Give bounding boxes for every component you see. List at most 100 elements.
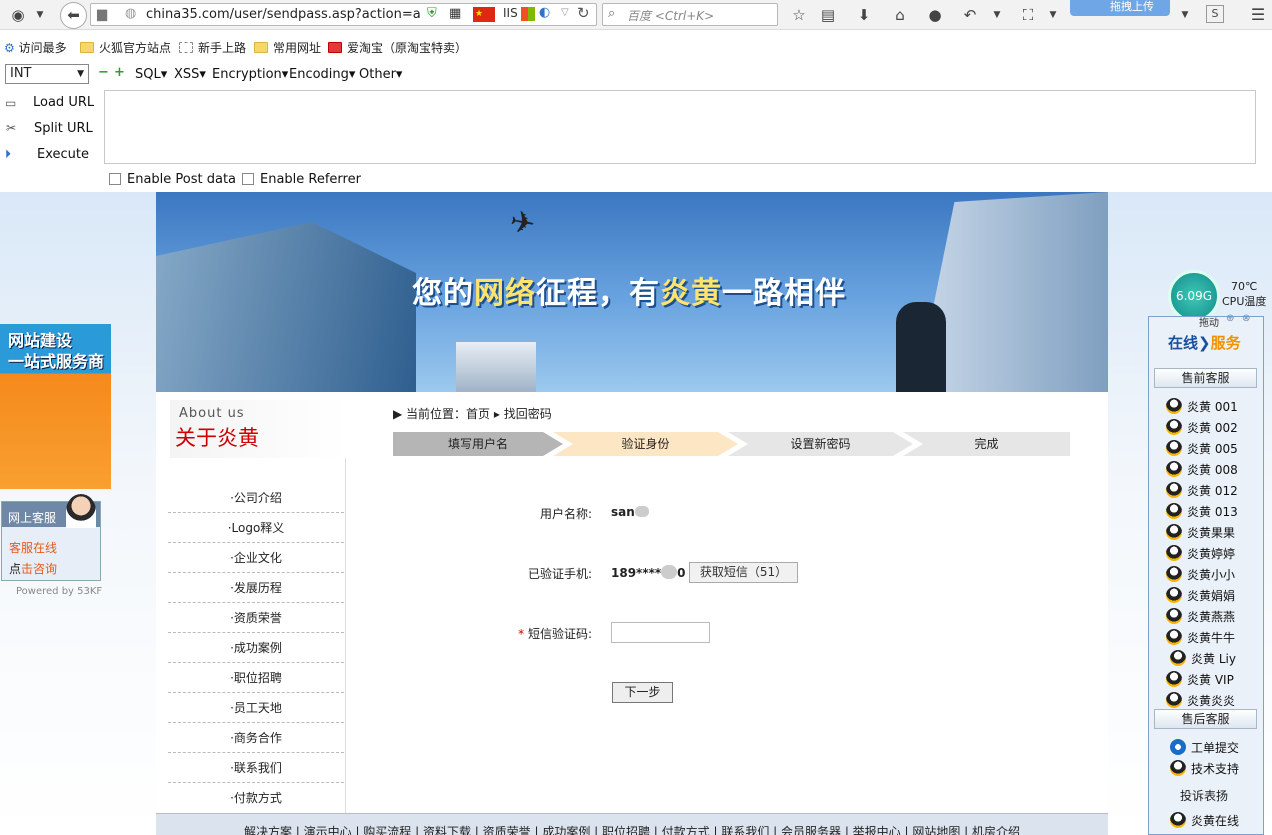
undo-icon[interactable]: ↶	[960, 4, 980, 26]
gauge-value: 6.09G	[1175, 289, 1213, 303]
search-bar[interactable]: ⌕ 百度 <Ctrl+K>	[602, 3, 778, 26]
menu-item[interactable]: ·付款方式	[168, 783, 344, 813]
presale-header: 售前客服	[1154, 368, 1257, 388]
chevron-down-icon[interactable]: ▼	[1178, 4, 1192, 26]
phone-tail: 0	[677, 566, 686, 580]
firefox-menu-icon[interactable]: ◉	[8, 4, 28, 26]
bookmark-label: 爱淘宝（原淘宝特卖）	[347, 41, 468, 55]
menu-item[interactable]: ·公司介绍	[168, 483, 344, 513]
qq-item[interactable]: 炎黄 005	[1166, 440, 1238, 457]
menu-item[interactable]: ·成功案例	[168, 633, 344, 663]
minimize-icon[interactable]: ⊕	[1226, 313, 1234, 324]
qq-item[interactable]: 炎黄 VIP	[1166, 671, 1234, 688]
step-label: 设置新密码	[790, 437, 851, 451]
qq-item[interactable]: 炎黄婷婷	[1166, 545, 1235, 562]
load-url-button[interactable]: Load URL	[33, 95, 94, 110]
qq-item[interactable]: 炎黄燕燕	[1166, 608, 1235, 625]
sms-code-input[interactable]	[611, 622, 710, 643]
menu-item[interactable]: ·Logo释义	[168, 513, 344, 543]
qq-penguin-icon	[1166, 524, 1182, 540]
sync-icon[interactable]: S	[1206, 5, 1224, 23]
split-url-button[interactable]: Split URL	[34, 121, 93, 136]
enable-referrer-checkbox[interactable]: Enable Referrer	[242, 172, 361, 187]
bookmark-firefox-site[interactable]: 火狐官方站点	[80, 39, 171, 56]
menu-sql[interactable]: SQL▾	[135, 67, 167, 82]
qq-item[interactable]: 炎黄 012	[1166, 482, 1238, 499]
qq-item-online[interactable]: 炎黄在线	[1170, 812, 1239, 829]
hamburger-menu-icon[interactable]: ☰	[1248, 4, 1268, 26]
dropdown-arrow-icon[interactable]: ▽	[561, 7, 569, 18]
kf-click[interactable]: 点击咨询	[9, 560, 57, 577]
menu-encoding[interactable]: Encoding▾	[289, 67, 355, 82]
bookmark-most-visited[interactable]: ⚙ 访问最多	[4, 39, 67, 56]
back-button[interactable]: ⬅	[60, 2, 87, 29]
qq-item[interactable]: 炎黄娟娟	[1166, 587, 1235, 604]
menu-xss[interactable]: XSS▾	[174, 67, 206, 82]
plus-icon[interactable]: +	[114, 65, 125, 80]
reload-icon[interactable]: ↻	[577, 4, 590, 22]
url-bar[interactable]: ▆ ◍ china35.com/user/sendpass.asp?action…	[90, 3, 597, 26]
qq-item[interactable]: 炎黄小小	[1166, 566, 1235, 583]
qr-icon[interactable]: ▦	[449, 6, 461, 21]
footer-links[interactable]: 解决方案 | 演示中心 | 购买流程 | 资料下载 | 资质荣誉 | 成功案例 …	[156, 813, 1108, 835]
qq-item[interactable]: 炎黄 013	[1166, 503, 1238, 520]
chevron-down-icon[interactable]: ▼	[34, 4, 46, 26]
execute-button[interactable]: Execute	[37, 147, 89, 162]
qq-penguin-icon	[1166, 608, 1182, 624]
bookmark-common-urls[interactable]: 常用网址	[254, 39, 321, 56]
drag-label[interactable]: 拖动	[1199, 314, 1219, 329]
crop-icon[interactable]: ⛶	[1018, 4, 1038, 26]
qq-item[interactable]: 炎黄牛牛	[1166, 629, 1235, 646]
download-icon[interactable]: ⬇	[854, 4, 874, 26]
qq-item[interactable]: 炎黄炎炎	[1166, 692, 1235, 709]
step-1: 填写用户名	[393, 432, 563, 456]
online-service-box[interactable]: 网上客服 客服在线 点击咨询	[1, 494, 101, 581]
menu-item[interactable]: ·员工天地	[168, 693, 344, 723]
menu-item[interactable]: ·资质荣誉	[168, 603, 344, 633]
reading-list-icon[interactable]: ▤	[818, 4, 838, 26]
menu-item[interactable]: ·发展历程	[168, 573, 344, 603]
phone-label: 已验证手机:	[527, 567, 592, 581]
footer-text[interactable]: 解决方案 | 演示中心 | 购买流程 | 资料下载 | 资质荣誉 | 成功案例 …	[244, 825, 1020, 835]
menu-item[interactable]: ·联系我们	[168, 753, 344, 783]
qq-item[interactable]: 炎黄果果	[1166, 524, 1235, 541]
qq-label: 炎黄 002	[1187, 421, 1238, 435]
redaction-blur	[634, 506, 649, 517]
menu-item[interactable]: ·企业文化	[168, 543, 344, 573]
sms-code-label: * 短信验证码:	[482, 625, 592, 642]
qq-item[interactable]: 炎黄 001	[1166, 398, 1238, 415]
ad-line1: 网站建设	[8, 331, 73, 350]
qq-penguin-icon	[1170, 812, 1186, 828]
enable-post-checkbox[interactable]: Enable Post data	[109, 172, 236, 187]
get-sms-button[interactable]: 获取短信（51）	[689, 562, 798, 583]
slogan-highlight: 炎黄	[660, 276, 722, 311]
url-textarea[interactable]	[104, 90, 1256, 164]
minus-icon[interactable]: −	[98, 65, 109, 80]
bookmark-label: 常用网址	[273, 41, 322, 55]
phone-text: 189****	[611, 566, 662, 580]
next-step-button[interactable]: 下一步	[612, 682, 673, 703]
page-icon: ▆	[97, 7, 107, 22]
close-icon[interactable]: ⊗	[1242, 313, 1250, 324]
menu-item[interactable]: ·商务合作	[168, 723, 344, 753]
qq-item[interactable]: 炎黄 002	[1166, 419, 1238, 436]
temp-label: CPU温度	[1222, 295, 1267, 308]
support-item[interactable]: 技术支持	[1170, 760, 1239, 777]
star-icon[interactable]: ☆	[789, 4, 809, 26]
bookmark-aitaobao[interactable]: 爱淘宝（原淘宝特卖）	[328, 39, 467, 56]
upload-pill[interactable]: 拖拽上传	[1070, 0, 1170, 16]
chevron-down-icon[interactable]: ▼	[990, 4, 1004, 26]
bookmark-getting-started[interactable]: 新手上路	[179, 39, 246, 56]
menu-other[interactable]: Other▾	[359, 67, 402, 82]
int-select[interactable]: INT ▼	[5, 64, 89, 84]
chat-icon[interactable]: ●	[925, 4, 945, 26]
qq-item[interactable]: 炎黄 Liy	[1170, 650, 1236, 667]
title-b: 服务	[1210, 334, 1241, 352]
home-icon[interactable]: ⌂	[890, 4, 910, 26]
qq-item[interactable]: 炎黄 008	[1166, 461, 1238, 478]
menu-encryption[interactable]: Encryption▾	[212, 67, 288, 82]
menu-item[interactable]: ·职位招聘	[168, 663, 344, 693]
search-icon: ⌕	[608, 6, 616, 21]
chevron-down-icon[interactable]: ▼	[1046, 4, 1060, 26]
ticket-item[interactable]: 工单提交	[1170, 739, 1239, 756]
